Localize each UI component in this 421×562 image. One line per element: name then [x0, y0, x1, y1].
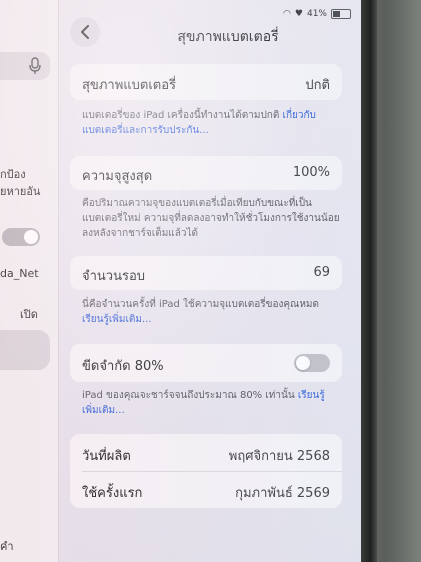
cycle-count-label: จำนวนรอบ — [82, 269, 146, 284]
battery-health-note: แบตเตอรี่ของ iPad เครื่องนี้ทำงานได้ตามป… — [82, 108, 340, 138]
sidebar-search-field[interactable] — [0, 52, 50, 80]
sidebar-fragment-text: คำ — [0, 540, 14, 553]
battery-health-value: ปกติ — [305, 78, 330, 93]
battery-percent: 41% — [306, 9, 327, 19]
limit-80-label: ขีดจำกัด 80% — [82, 359, 164, 374]
microphone-icon[interactable] — [28, 57, 42, 75]
heart-icon: ♥ — [294, 9, 303, 19]
ipad-screen: กป้อง ยหายอัน da_Net เปิด คำ ◠ ♥ 41% สุข… — [0, 0, 361, 562]
first-use-label: ใช้ครั้งแรก — [82, 486, 143, 501]
max-capacity-value: 100% — [292, 165, 330, 180]
limit-80-row: ขีดจำกัด 80% — [70, 344, 342, 382]
sidebar-fragment-text: กป้อง — [0, 168, 26, 181]
chevron-left-icon — [81, 25, 89, 39]
note-text: นี่คือจำนวนครั้งที่ iPad ใช้ความจุแบตเตอ… — [82, 299, 320, 310]
battery-health-label: สุขภาพแบตเตอรี่ — [82, 78, 177, 93]
limit-80-note: iPad ของคุณจะชาร์จจนถึงประมาณ 80% เท่านั… — [82, 388, 340, 418]
sidebar-item-status: เปิด — [20, 308, 38, 321]
page-title: สุขภาพแบตเตอรี่ — [177, 29, 279, 45]
battery-health-row: สุขภาพแบตเตอรี่ ปกติ — [70, 64, 342, 100]
status-bar: ◠ ♥ 41% — [283, 9, 351, 19]
cycle-count-row: จำนวนรอบ 69 — [70, 256, 342, 290]
manufacture-date-label: วันที่ผลิต — [82, 449, 131, 464]
battery-icon — [331, 9, 351, 19]
note-text: แบตเตอรี่ของ iPad เครื่องนี้ทำงานได้ตามป… — [82, 110, 280, 121]
battery-health-pane: ◠ ♥ 41% สุขภาพแบตเตอรี่ สุขภาพแบตเตอรี่ … — [58, 0, 361, 562]
max-capacity-label: ความจุสูงสุด — [82, 169, 153, 184]
max-capacity-note: คือปริมาณความจุของแบตเตอรี่เมื่อเทียบกับ… — [82, 198, 340, 239]
first-use-value: กุมภาพันธ์ 2569 — [235, 486, 330, 501]
sidebar-fragment-text: ยหายอัน — [0, 185, 41, 198]
max-capacity-row: ความจุสูงสุด 100% — [70, 156, 342, 190]
cycle-count-note: นี่คือจำนวนครั้งที่ iPad ใช้ความจุแบตเตอ… — [82, 297, 340, 327]
learn-more-link[interactable]: เรียนรู้เพิ่มเติม... — [82, 314, 152, 325]
device-bezel — [361, 0, 377, 562]
dates-group: วันที่ผลิต พฤศจิกายน 2568 ใช้ครั้งแรก กุ… — [70, 434, 342, 508]
limit-80-toggle[interactable] — [294, 354, 330, 372]
note-text: iPad ของคุณจะชาร์จจนถึงประมาณ 80% เท่านั… — [82, 390, 295, 401]
wifi-icon: ◠ — [283, 9, 291, 19]
row-divider — [82, 471, 342, 472]
cycle-count-value: 69 — [313, 265, 330, 280]
back-button[interactable] — [70, 17, 100, 47]
settings-sidebar: กป้อง ยหายอัน da_Net เปิด คำ — [0, 0, 59, 562]
sidebar-item-wifi-name[interactable]: da_Net — [0, 267, 39, 280]
sidebar-selected-item[interactable] — [0, 330, 50, 370]
manufacture-date-value: พฤศจิกายน 2568 — [228, 449, 330, 464]
sidebar-toggle[interactable] — [2, 228, 40, 246]
